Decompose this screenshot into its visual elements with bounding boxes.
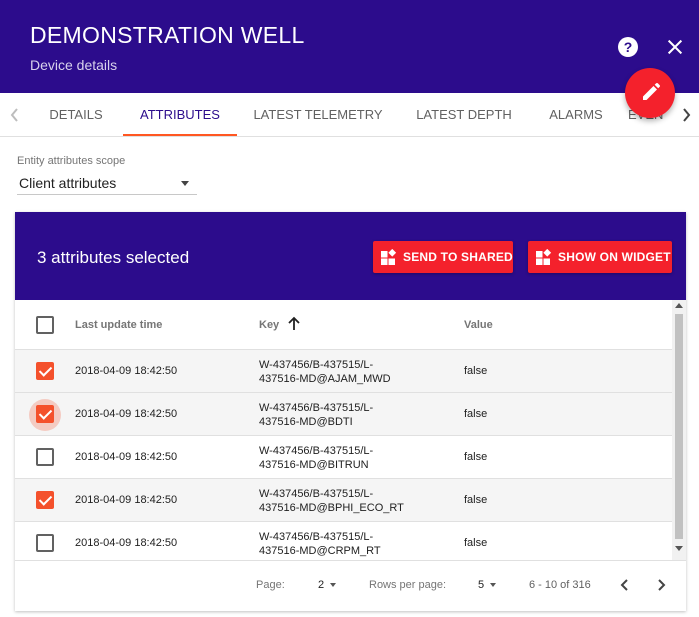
device-details-dialog: DEMONSTRATION WELL Device details ? DETA… [0, 0, 699, 617]
row-key: W-437456/B-437515/L- 437516-MD@AJAM_MWD [259, 358, 391, 386]
rows-per-page-value: 5 [478, 579, 485, 591]
page-label: Page: [256, 579, 285, 591]
tab-latest-telemetry[interactable]: LATEST TELEMETRY [248, 93, 388, 136]
chevron-right-icon [658, 579, 666, 591]
row-checkbox[interactable] [36, 405, 54, 423]
scope-select[interactable]: Client attributes [17, 172, 197, 195]
next-page-button[interactable] [651, 575, 671, 595]
table-row[interactable]: 2018-04-09 18:42:50 W-437456/B-437515/L-… [15, 436, 672, 479]
close-icon[interactable] [666, 38, 684, 56]
column-header-time[interactable]: Last update time [75, 319, 162, 331]
rows-per-page-select[interactable]: 5 [478, 579, 497, 591]
page-subtitle: Device details [30, 57, 118, 73]
send-to-shared-label: SEND TO SHARED [403, 250, 513, 264]
row-key-line: W-437456/B-437515/L- [259, 359, 374, 371]
scroll-down-arrow-icon[interactable] [675, 546, 683, 551]
row-key-line: 437516-MD@BPHI_ECO_RT [259, 502, 404, 514]
chevron-right-icon [683, 108, 691, 122]
pencil-icon [643, 82, 661, 100]
edit-button[interactable] [625, 68, 675, 118]
selection-toolbar: 3 attributes selected SEND TO SHARED SHO… [15, 212, 686, 300]
table-row[interactable]: 2018-04-09 18:42:50 W-437456/B-437515/L-… [15, 522, 672, 560]
tab-details[interactable]: DETAILS [40, 93, 112, 136]
row-checkbox[interactable] [36, 362, 54, 380]
row-time: 2018-04-09 18:42:50 [75, 494, 178, 506]
row-key: W-437456/B-437515/L- 437516-MD@CRPM_RT [259, 530, 381, 558]
column-header-value[interactable]: Value [464, 319, 493, 331]
show-on-widget-label: SHOW ON WIDGET [558, 250, 671, 264]
attributes-table: Last update time Key Value 2018-04-09 18… [15, 300, 672, 560]
row-key: W-437456/B-437515/L- 437516-MD@BPHI_ECO_… [259, 487, 404, 515]
row-time: 2018-04-09 18:42:50 [75, 365, 178, 377]
tab-bar: DETAILS ATTRIBUTES LATEST TELEMETRY LATE… [0, 93, 699, 137]
row-value: false [464, 408, 488, 420]
tab-alarms[interactable]: ALARMS [537, 93, 615, 136]
table-row[interactable]: 2018-04-09 18:42:50 W-437456/B-437515/L-… [15, 479, 672, 522]
row-key-line: W-437456/B-437515/L- [259, 402, 374, 414]
row-checkbox[interactable] [36, 491, 54, 509]
table-scrollbar[interactable] [672, 300, 686, 560]
widgets-icon [381, 249, 397, 265]
column-header-key[interactable]: Key [259, 319, 279, 331]
row-key-line: 437516-MD@BITRUN [259, 459, 369, 471]
pagination: Page: 2 Rows per page: 5 6 - 10 of 316 [15, 560, 686, 611]
row-key-line: W-437456/B-437515/L- [259, 445, 374, 457]
dropdown-arrow-icon [330, 583, 337, 588]
chevron-left-icon [10, 108, 18, 122]
dropdown-arrow-icon [181, 181, 189, 186]
row-value: false [464, 494, 488, 506]
row-key-line: W-437456/B-437515/L- [259, 488, 374, 500]
page-select-value: 2 [318, 579, 325, 591]
row-checkbox[interactable] [36, 448, 54, 466]
select-all-checkbox[interactable] [36, 316, 54, 334]
show-on-widget-button[interactable]: SHOW ON WIDGET [528, 241, 672, 273]
row-time: 2018-04-09 18:42:50 [75, 408, 178, 420]
row-value: false [464, 537, 488, 549]
tabs-scroll-left-button[interactable] [3, 93, 25, 136]
table-row[interactable]: 2018-04-09 18:42:50 W-437456/B-437515/L-… [15, 393, 672, 436]
rows-per-page-label: Rows per page: [369, 579, 447, 591]
scroll-up-arrow-icon[interactable] [675, 303, 683, 308]
row-key-line: 437516-MD@BDTI [259, 416, 353, 428]
attributes-table-card: 3 attributes selected SEND TO SHARED SHO… [15, 212, 686, 611]
selection-count: 3 attributes selected [37, 248, 190, 267]
row-key-line: 437516-MD@AJAM_MWD [259, 373, 391, 385]
row-key: W-437456/B-437515/L- 437516-MD@BITRUN [259, 444, 373, 472]
row-value: false [464, 365, 488, 377]
row-key-line: W-437456/B-437515/L- [259, 531, 374, 543]
row-time: 2018-04-09 18:42:50 [75, 537, 178, 549]
table-header: Last update time Key Value [15, 300, 672, 350]
row-checkbox[interactable] [36, 534, 54, 552]
row-value: false [464, 451, 488, 463]
row-key-line: 437516-MD@CRPM_RT [259, 545, 381, 557]
widgets-icon [536, 249, 552, 265]
send-to-shared-button[interactable]: SEND TO SHARED [373, 241, 513, 273]
dialog-header: DEMONSTRATION WELL Device details ? [0, 0, 699, 93]
page-title: DEMONSTRATION WELL [30, 22, 305, 48]
tabs-scroll-right-button[interactable] [676, 93, 698, 136]
sort-ascending-icon[interactable] [286, 316, 302, 332]
previous-page-button[interactable] [615, 575, 635, 595]
tab-attributes[interactable]: ATTRIBUTES [123, 93, 237, 136]
dropdown-arrow-icon [490, 583, 497, 588]
scope-select-value: Client attributes [19, 175, 117, 191]
help-icon[interactable]: ? [618, 37, 638, 57]
scrollbar-thumb[interactable] [675, 314, 683, 539]
chevron-left-icon [620, 579, 628, 591]
row-time: 2018-04-09 18:42:50 [75, 451, 178, 463]
tab-latest-depth[interactable]: LATEST DEPTH [407, 93, 521, 136]
table-row[interactable]: 2018-04-09 18:42:50 W-437456/B-437515/L-… [15, 350, 672, 393]
row-key: W-437456/B-437515/L- 437516-MD@BDTI [259, 401, 373, 429]
page-range: 6 - 10 of 316 [529, 579, 591, 591]
active-tab-indicator [123, 134, 237, 136]
page-select[interactable]: 2 [318, 579, 337, 591]
scope-label: Entity attributes scope [17, 155, 126, 167]
